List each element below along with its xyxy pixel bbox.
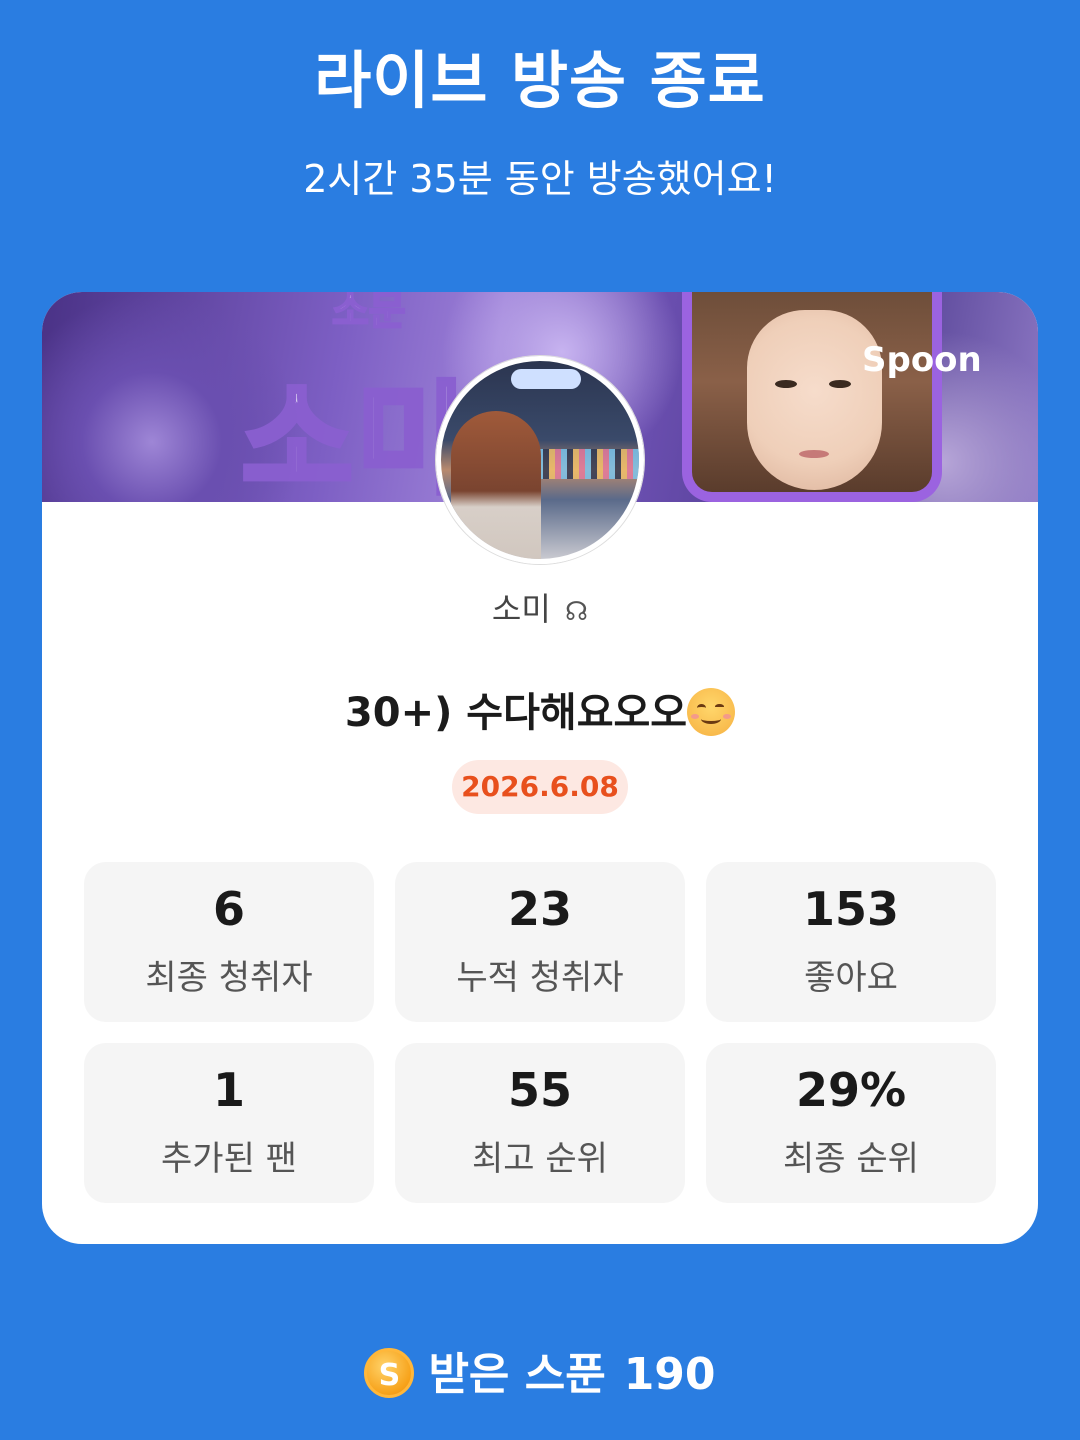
page-title: 라이브 방송 종료 (314, 44, 766, 117)
stat-label: 누적 청취자 (456, 958, 624, 998)
headset-icon: ☊ (564, 597, 589, 627)
smiling-face-icon (687, 688, 736, 736)
stat-best-rank: 55 최고 순위 (395, 1043, 685, 1203)
stat-label: 최종 청취자 (145, 958, 313, 998)
stat-label: 추가된 팬 (161, 1139, 297, 1179)
received-spoons-label: 받은 스푼 (428, 1349, 606, 1400)
spoon-logo: Spoon (862, 340, 982, 380)
received-spoons: S 받은 스푼 190 (0, 1338, 1080, 1402)
stat-total-listeners: 23 누적 청취자 (395, 862, 685, 1022)
stat-value: 153 (802, 882, 900, 936)
stat-label: 최종 순위 (783, 1139, 919, 1179)
broadcast-date-badge: 2026.6.08 (452, 760, 628, 814)
dj-nickname[interactable]: 소미 ☊ (0, 584, 1080, 630)
stat-new-fans: 1 추가된 팬 (84, 1043, 374, 1203)
banner-small-text: 소문 (331, 292, 407, 335)
stat-value: 1 (212, 1063, 245, 1117)
stat-value: 23 (507, 882, 572, 936)
nickname-text: 소미 (491, 590, 551, 628)
live-title: 30+) 수다해요오오 (0, 680, 1080, 738)
received-spoons-value: 190 (623, 1349, 716, 1400)
live-title-text: 30+) 수다해요오오 (344, 690, 688, 736)
stat-final-listeners: 6 최종 청취자 (84, 862, 374, 1022)
stat-label: 최고 순위 (472, 1139, 608, 1179)
stat-likes: 153 좋아요 (706, 862, 996, 1022)
stat-value: 6 (212, 882, 245, 936)
stat-final-rank: 29% 최종 순위 (706, 1043, 996, 1203)
profile-avatar[interactable] (436, 356, 644, 564)
spoon-coin-icon: S (364, 1348, 415, 1398)
banner-portrait-image (682, 292, 942, 502)
broadcast-duration: 2시간 35분 동안 방송했어요! (303, 157, 777, 201)
stat-value: 55 (507, 1063, 572, 1117)
stat-value: 29% (795, 1063, 907, 1117)
banner-title-text: 소미 (239, 368, 471, 513)
stat-label: 좋아요 (804, 958, 898, 998)
